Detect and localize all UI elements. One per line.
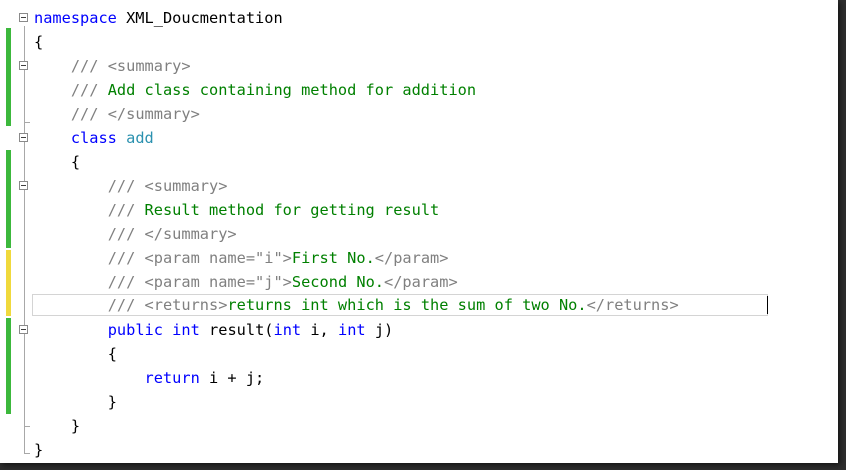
xml-doc-tag: </summary> [144, 225, 237, 243]
class-name: add [126, 129, 154, 147]
code-line-1[interactable]: namespace XML_Doucmentation [34, 6, 283, 30]
parameter-i: i, [301, 321, 338, 339]
collapse-summary-icon[interactable] [19, 181, 28, 190]
code-line-18[interactable]: } [34, 414, 80, 438]
doc-comment-slashes: /// [70, 81, 108, 99]
return-expression: i + j; [199, 369, 265, 387]
code-line-8[interactable]: /// <summary> [34, 174, 228, 198]
editor-window-background: namespace XML_Doucmentation { /// <summa… [0, 0, 846, 470]
brace: { [34, 33, 44, 51]
code-line-14[interactable]: public int result(int i, int j) [34, 318, 394, 342]
doc-comment-slashes: /// [70, 57, 108, 75]
code-line-12[interactable]: /// <param name="j">Second No.</param> [34, 270, 458, 294]
xml-doc-tag: <returns> [144, 296, 228, 314]
collapse-summary-icon[interactable] [19, 61, 28, 70]
doc-comment-slashes: /// [107, 225, 145, 243]
text-caret [767, 296, 768, 314]
saved-change-marker [6, 28, 11, 126]
brace: } [70, 417, 81, 435]
saved-change-marker [6, 150, 11, 248]
doc-comment-slashes: /// [107, 249, 145, 267]
keyword-class: class [70, 129, 117, 147]
code-line-9[interactable]: /// Result method for getting result [34, 198, 440, 222]
keyword-return: return [144, 369, 200, 387]
outline-guide [24, 26, 26, 454]
keyword-namespace: namespace [34, 9, 117, 27]
doc-comment-slashes: /// [107, 201, 145, 219]
outline-end-tick [24, 426, 30, 427]
xml-doc-tag: </param> [374, 249, 449, 267]
doc-comment-slashes: /// [107, 177, 145, 195]
brace: { [107, 345, 117, 363]
keyword-int: int [273, 321, 302, 339]
code-line-19[interactable]: } [34, 438, 43, 462]
outline-end-tick [24, 122, 30, 123]
code-line-6[interactable]: class add [34, 126, 154, 150]
doc-comment-text: Result method for getting result [144, 201, 440, 219]
brace: } [107, 393, 117, 411]
method-signature: result( [199, 321, 274, 339]
code-line-10[interactable]: /// </summary> [34, 222, 237, 246]
code-line-17[interactable]: } [34, 390, 117, 414]
doc-comment-slashes: /// [107, 296, 145, 314]
xml-doc-tag: <param name="i"> [144, 249, 292, 267]
code-line-2[interactable]: { [34, 30, 43, 54]
brace: } [34, 441, 44, 459]
code-line-13[interactable]: /// <returns>returns int which is the su… [34, 293, 679, 317]
xml-doc-tag: <param name="j"> [144, 273, 292, 291]
doc-comment-text: Second No. [291, 273, 384, 291]
code-line-4[interactable]: /// Add class containing method for addi… [34, 78, 476, 102]
code-line-16[interactable]: return i + j; [34, 366, 265, 390]
collapse-namespace-icon[interactable] [19, 13, 28, 22]
outline-end-tick [24, 453, 30, 454]
namespace-name: XML_Doucmentation [116, 9, 283, 27]
xml-doc-tag: <summary> [144, 177, 228, 195]
parameter-j: j) [365, 321, 394, 339]
change-tracking-margin [6, 0, 11, 463]
code-line-15[interactable]: { [34, 342, 117, 366]
doc-comment-slashes: /// [70, 105, 108, 123]
code-editor[interactable]: namespace XML_Doucmentation { /// <summa… [0, 0, 838, 463]
keyword-int: int [172, 321, 200, 339]
doc-comment-text: Add class containing method for addition [107, 81, 477, 99]
xml-doc-tag: </param> [384, 273, 458, 291]
doc-comment-slashes: /// [107, 273, 145, 291]
saved-change-marker [6, 318, 11, 414]
code-line-11[interactable]: /// <param name="i">First No.</param> [34, 246, 449, 270]
code-line-7[interactable]: { [34, 150, 80, 174]
unsaved-change-marker [6, 250, 11, 316]
doc-comment-text: returns int which is the sum of two No. [227, 296, 587, 314]
xml-doc-tag: </returns> [586, 296, 679, 314]
keyword-int: int [337, 321, 366, 339]
collapse-class-icon[interactable] [19, 133, 28, 142]
brace: { [70, 153, 81, 171]
code-line-5[interactable]: /// </summary> [34, 102, 200, 126]
code-line-3[interactable]: /// <summary> [34, 54, 191, 78]
xml-doc-tag: </summary> [107, 105, 200, 123]
xml-doc-tag: <summary> [107, 57, 191, 75]
collapse-method-icon[interactable] [19, 325, 28, 334]
doc-comment-text: First No. [291, 249, 375, 267]
keyword-public: public [107, 321, 163, 339]
